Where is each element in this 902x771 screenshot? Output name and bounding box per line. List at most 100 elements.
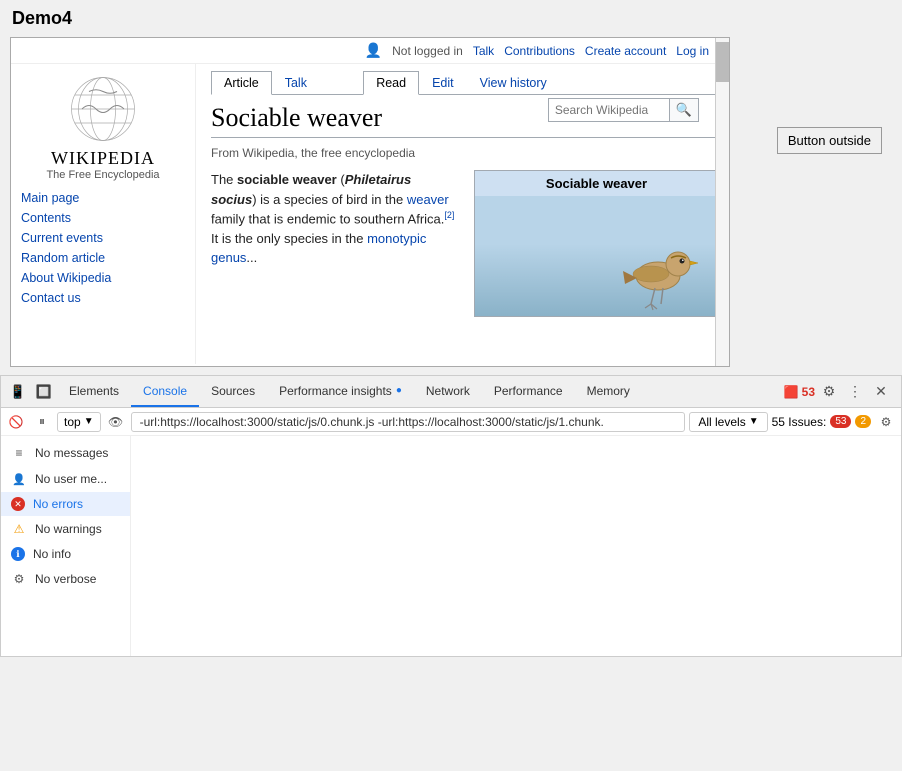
article-body-3: It is the only species in the — [211, 231, 367, 246]
user-icon: 👤 — [11, 471, 27, 487]
context-label: top — [64, 415, 81, 429]
filter-no-user-label: No user me... — [35, 472, 107, 486]
issues-warning-count: 2 — [855, 415, 871, 428]
tab-performance[interactable]: Performance — [482, 376, 575, 407]
messages-icon: ≡ — [11, 445, 27, 461]
issues-text: 55 Issues: — [772, 415, 827, 429]
devtools-actions: 🟥 53 ⚙ ⋮ ✕ — [784, 380, 897, 404]
browser-scrollbar[interactable] — [715, 38, 729, 366]
console-filter-input[interactable] — [131, 412, 686, 432]
info-icon: ℹ — [11, 547, 25, 561]
error-icon: 🟥 — [784, 385, 799, 399]
devtools-tabs: Elements Console Sources Performance ins… — [57, 376, 784, 407]
article-bold: sociable weaver — [237, 172, 337, 187]
search-button[interactable]: 🔍 — [669, 99, 698, 121]
console-issues-badge: 55 Issues: 53 2 — [772, 415, 871, 429]
browser-window: 👤 Not logged in Talk Contributions Creat… — [10, 37, 730, 367]
filter-no-info-label: No info — [33, 547, 71, 561]
level-label: All levels — [698, 415, 745, 429]
login-link[interactable]: Log in — [676, 44, 709, 58]
infobox-title: Sociable weaver — [475, 171, 718, 196]
user-icon: 👤 — [365, 42, 382, 59]
chevron-down-icon2: ▼ — [749, 416, 759, 427]
filter-no-errors-label: No errors — [33, 497, 83, 511]
article-body-4: ... — [246, 250, 257, 265]
article-text: The sociable weaver (Philetairus socius)… — [211, 170, 459, 317]
error-x-icon: ✕ — [11, 497, 25, 511]
wiki-logo: WIKIPEDIA The Free Encyclopedia — [21, 74, 185, 181]
filter-no-errors[interactable]: ✕ No errors — [1, 492, 130, 516]
filter-no-warnings-label: No warnings — [35, 522, 102, 536]
tab-edit[interactable]: Edit — [419, 71, 467, 95]
button-outside[interactable]: Button outside — [777, 127, 882, 154]
filter-no-info[interactable]: ℹ No info — [1, 542, 130, 566]
wiki-logo-tagline: The Free Encyclopedia — [46, 169, 159, 181]
search-input[interactable] — [549, 100, 669, 120]
article-body-wrapper: The sociable weaver (Philetairus socius)… — [211, 170, 719, 317]
create-account-link[interactable]: Create account — [585, 44, 666, 58]
article-weaver-link[interactable]: weaver — [407, 192, 449, 207]
devtools-console-toolbar: 🚫 ⏸ top ▼ 👁 All levels ▼ 55 Issues: 53 2… — [1, 408, 901, 436]
filter-no-verbose[interactable]: ⚙ No verbose — [1, 566, 130, 592]
filter-no-verbose-label: No verbose — [35, 572, 96, 586]
devtools-more-btn[interactable]: ⋮ — [843, 380, 867, 404]
article-body-start: The — [211, 172, 237, 187]
nav-contents[interactable]: Contents — [21, 211, 185, 225]
wiki-content: WIKIPEDIA The Free Encyclopedia Main pag… — [11, 64, 729, 364]
devtools-toolbar: 📱 🔲 Elements Console Sources Performance… — [1, 376, 901, 408]
article-close-paren: ) is a species of bird in the — [252, 192, 407, 207]
article-body-2: family that is endemic to southern Afric… — [211, 211, 444, 226]
tab-read[interactable]: Read — [363, 71, 419, 95]
devtools-inspect-btn[interactable]: 🔲 — [31, 379, 57, 405]
tab-network[interactable]: Network — [414, 376, 482, 407]
tab-sources[interactable]: Sources — [199, 376, 267, 407]
browser-scrollbar-thumb[interactable] — [716, 42, 729, 82]
filter-no-messages[interactable]: ≡ No messages — [1, 440, 130, 466]
wiki-search-container: 🔍 — [548, 98, 699, 122]
tab-view-history[interactable]: View history — [467, 71, 560, 95]
devtools-panel: 📱 🔲 Elements Console Sources Performance… — [0, 375, 902, 657]
console-pause-btn[interactable]: ⏸ — [31, 411, 53, 433]
article-infobox: Sociable weaver — [474, 170, 719, 317]
tab-performance-insights[interactable]: Performance insights ● — [267, 376, 414, 407]
console-clear-btn[interactable]: 🚫 — [5, 411, 27, 433]
nav-about-wikipedia[interactable]: About Wikipedia — [21, 271, 185, 285]
console-context-select[interactable]: top ▼ — [57, 412, 101, 432]
console-eye-btn[interactable]: 👁 — [105, 411, 127, 433]
issues-error-count: 53 — [830, 415, 851, 428]
nav-contact-us[interactable]: Contact us — [21, 291, 185, 305]
talk-link[interactable]: Talk — [473, 44, 494, 58]
tab-talk[interactable]: Talk — [272, 71, 320, 95]
article-ref1: [2] — [444, 210, 454, 220]
devtools-filter-panel: ≡ No messages 👤 No user me... ✕ No error… — [1, 436, 131, 656]
nav-random-article[interactable]: Random article — [21, 251, 185, 265]
chevron-down-icon: ▼ — [84, 416, 94, 427]
bird-svg — [603, 206, 703, 316]
wiki-tabs: Article Talk Read Edit View history 🔍 — [211, 64, 719, 95]
devtools-close-btn[interactable]: ✕ — [869, 380, 893, 404]
infobox-image — [475, 196, 718, 316]
devtools-console-output[interactable] — [131, 436, 901, 656]
warning-icon: ⚠ — [11, 521, 27, 537]
verbose-icon: ⚙ — [11, 571, 27, 587]
wiki-sidebar: WIKIPEDIA The Free Encyclopedia Main pag… — [11, 64, 196, 364]
wiki-topbar: 👤 Not logged in Talk Contributions Creat… — [11, 38, 729, 64]
filter-no-warnings[interactable]: ⚠ No warnings — [1, 516, 130, 542]
page-title: Demo4 — [0, 0, 902, 37]
wiki-article: Article Talk Read Edit View history 🔍 — [196, 64, 729, 364]
tab-memory[interactable]: Memory — [575, 376, 642, 407]
article-paren: ( — [337, 172, 345, 187]
tab-article[interactable]: Article — [211, 71, 272, 95]
wiki-navigation: Main page Contents Current events Random… — [21, 191, 185, 305]
console-settings-btn[interactable]: ⚙ — [875, 411, 897, 433]
error-count: 53 — [802, 385, 815, 399]
nav-current-events[interactable]: Current events — [21, 231, 185, 245]
tab-elements[interactable]: Elements — [57, 376, 131, 407]
console-level-select[interactable]: All levels ▼ — [689, 412, 767, 432]
nav-main-page[interactable]: Main page — [21, 191, 185, 205]
devtools-settings-btn[interactable]: ⚙ — [817, 380, 841, 404]
tab-console[interactable]: Console — [131, 376, 199, 407]
contributions-link[interactable]: Contributions — [504, 44, 575, 58]
devtools-device-btn[interactable]: 📱 — [5, 379, 31, 405]
filter-no-user-messages[interactable]: 👤 No user me... — [1, 466, 130, 492]
